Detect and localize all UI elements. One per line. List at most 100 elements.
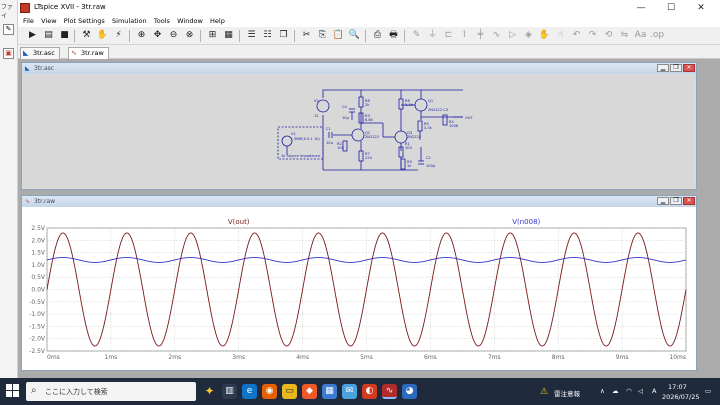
waveform-close-button[interactable]: ✕: [683, 197, 695, 205]
print-setup-icon[interactable]: ⎙: [371, 29, 384, 42]
capacitor-icon[interactable]: ╪: [474, 29, 487, 42]
menu-file[interactable]: File: [23, 16, 34, 27]
wire-icon[interactable]: ✎: [410, 29, 423, 42]
cascade-icon[interactable]: ❐: [277, 29, 290, 42]
menu-help[interactable]: Help: [210, 16, 225, 27]
autorange-icon[interactable]: ⊞: [206, 29, 219, 42]
waveform-restore-button[interactable]: ❐: [670, 197, 682, 205]
tile-vertical-icon[interactable]: ☷: [261, 29, 274, 42]
copilot-sparkle-icon[interactable]: ✦: [202, 384, 217, 399]
notification-icon[interactable]: ▭: [705, 387, 711, 395]
ltspice-taskbar-icon[interactable]: ∿: [382, 384, 397, 399]
pan-icon[interactable]: ✥: [151, 29, 164, 42]
move-icon[interactable]: ✋: [538, 29, 551, 42]
edge-icon[interactable]: e: [242, 384, 257, 399]
volume-icon[interactable]: ◁: [638, 387, 643, 395]
wifi-icon[interactable]: ◠: [626, 387, 632, 395]
menu-plot-settings[interactable]: Plot Settings: [64, 16, 105, 27]
y-tick-label: 0.5V: [31, 274, 46, 281]
y-tick-label: -2.0V: [29, 336, 46, 343]
menu-tools[interactable]: Tools: [154, 16, 170, 27]
run-man-icon[interactable]: ⚡: [112, 29, 125, 42]
menu-simulation[interactable]: Simulation: [112, 16, 147, 27]
store-icon[interactable]: ▦: [322, 384, 337, 399]
trace-legend-label[interactable]: V(n008): [512, 218, 540, 226]
waveform-window-titlebar[interactable]: 3tr.raw: [22, 196, 696, 207]
cut-icon[interactable]: ✂: [300, 29, 313, 42]
task-view-icon[interactable]: ▥: [222, 384, 237, 399]
spice-directive-icon[interactable]: .op: [650, 29, 664, 42]
zoom-in-icon[interactable]: ⊕: [135, 29, 148, 42]
plot-area[interactable]: 2.5V 2.0V 1.5V 1.0V 0.5V 0.0V -0.5V -1.0V -1.5V -…: [22, 208, 696, 370]
mail-icon[interactable]: ✉: [342, 384, 357, 399]
waveform-minimize-button[interactable]: ▁: [657, 197, 669, 205]
schematic-canvas[interactable]: V2 12 R8 2k R6 3.3k R3 6.8k C4 10μ Q1 2N…: [23, 75, 695, 188]
clock-time[interactable]: 17:07: [668, 383, 687, 391]
schematic-restore-button[interactable]: ❐: [670, 64, 682, 72]
redo-icon[interactable]: ↷: [586, 29, 599, 42]
grid-icon[interactable]: ▦: [222, 29, 235, 42]
tab-3tr-raw[interactable]: ∿ 3tr.raw: [68, 47, 109, 59]
menu-view[interactable]: View: [41, 16, 56, 27]
label-icon[interactable]: ⊏: [442, 29, 455, 42]
waveform-plot[interactable]: 2.5V 2.0V 1.5V 1.0V 0.5V 0.0V -0.5V -1.0V -1.5V -…: [22, 208, 696, 370]
open-icon[interactable]: ▤: [42, 29, 55, 42]
schematic-window-icon: ◣: [25, 65, 30, 72]
taskbar-search[interactable]: ⌕ ここに入力して検索: [26, 382, 196, 401]
waveform-window[interactable]: 3tr.raw ∿ ▁ ❐ ✕ 2.5V 2.0V 1.5V 1.0V 0.5V 0.0V…: [21, 195, 697, 371]
text-icon[interactable]: Aa: [634, 29, 647, 42]
menu-bar: File View Plot Settings Simulation Tools…: [18, 16, 720, 27]
mirror-icon[interactable]: ⇋: [618, 29, 631, 42]
run-icon[interactable]: ▶: [26, 29, 39, 42]
r1-value: 100: [405, 146, 413, 150]
schematic-drawing: V2 12 R8 2k R6 3.3k R3 6.8k C4 10μ Q1 2N…: [277, 89, 473, 171]
schematic-window-titlebar[interactable]: 3tr.asc: [22, 63, 696, 74]
window-title: LTspice XVII - 3tr.raw: [34, 3, 106, 11]
ground-icon[interactable]: ⏚: [426, 29, 439, 42]
tab-bar: ◣ 3tr.asc ∿ 3tr.raw: [18, 45, 720, 59]
find-icon[interactable]: 🔍: [348, 29, 361, 42]
brave-icon[interactable]: ◆: [302, 384, 317, 399]
zoom-out-icon[interactable]: ⊖: [167, 29, 180, 42]
print-icon[interactable]: 🖶: [387, 29, 400, 42]
component-icon[interactable]: ◈: [522, 29, 535, 42]
app-red-icon[interactable]: ◐: [362, 384, 377, 399]
control-panel-icon[interactable]: ⚒: [80, 29, 93, 42]
trace-legend-label[interactable]: V(out): [228, 218, 250, 226]
schematic-window[interactable]: 3tr.asc ◣ ▁ ❐ ✕ V2 12 R8 2k R6 3.3k R3 6…: [21, 62, 697, 190]
weather-warning-icon[interactable]: ⚠: [540, 387, 548, 397]
onedrive-icon[interactable]: ☁: [612, 387, 619, 395]
edit-icon[interactable]: ✎: [3, 24, 14, 35]
minimize-button[interactable]: —: [626, 0, 656, 16]
inductor-icon[interactable]: ∿: [490, 29, 503, 42]
tile-horizontal-icon[interactable]: ☰: [245, 29, 258, 42]
firefox-icon[interactable]: ◉: [262, 384, 277, 399]
schematic-minimize-button[interactable]: ▁: [657, 64, 669, 72]
tray-chevron-icon[interactable]: ∧: [600, 387, 605, 395]
start-button[interactable]: [6, 384, 20, 398]
undo-icon[interactable]: ↶: [570, 29, 583, 42]
x-tick-label: 5ms: [360, 354, 373, 361]
paste-icon[interactable]: 📋: [332, 29, 345, 42]
r8-value: 2k: [365, 103, 370, 107]
r5-value: 3.3k: [424, 126, 433, 130]
rotate-icon[interactable]: ⟲: [602, 29, 615, 42]
close-button[interactable]: ✕: [686, 0, 716, 16]
menu-window[interactable]: Window: [177, 16, 203, 27]
copy-icon[interactable]: ⎘: [316, 29, 329, 42]
clock-date[interactable]: 2026/07/25: [662, 393, 699, 401]
maximize-button[interactable]: ☐: [656, 0, 686, 16]
drag-icon[interactable]: ☝: [554, 29, 567, 42]
zoom-fit-icon[interactable]: ⊗: [183, 29, 196, 42]
ime-indicator[interactable]: A: [652, 387, 656, 395]
schematic-close-button[interactable]: ✕: [683, 64, 695, 72]
app-blue-icon[interactable]: ◕: [402, 384, 417, 399]
pdf-icon[interactable]: ▣: [3, 48, 14, 59]
diode-icon[interactable]: ▷: [506, 29, 519, 42]
weather-text[interactable]: 雷注意報: [554, 388, 580, 398]
halt-icon[interactable]: ✋: [96, 29, 109, 42]
save-icon[interactable]: ■: [58, 29, 71, 42]
tab-3tr-asc[interactable]: ◣ 3tr.asc: [20, 47, 60, 59]
file-explorer-icon[interactable]: ▭: [282, 384, 297, 399]
resistor-icon[interactable]: ⌇: [458, 29, 471, 42]
